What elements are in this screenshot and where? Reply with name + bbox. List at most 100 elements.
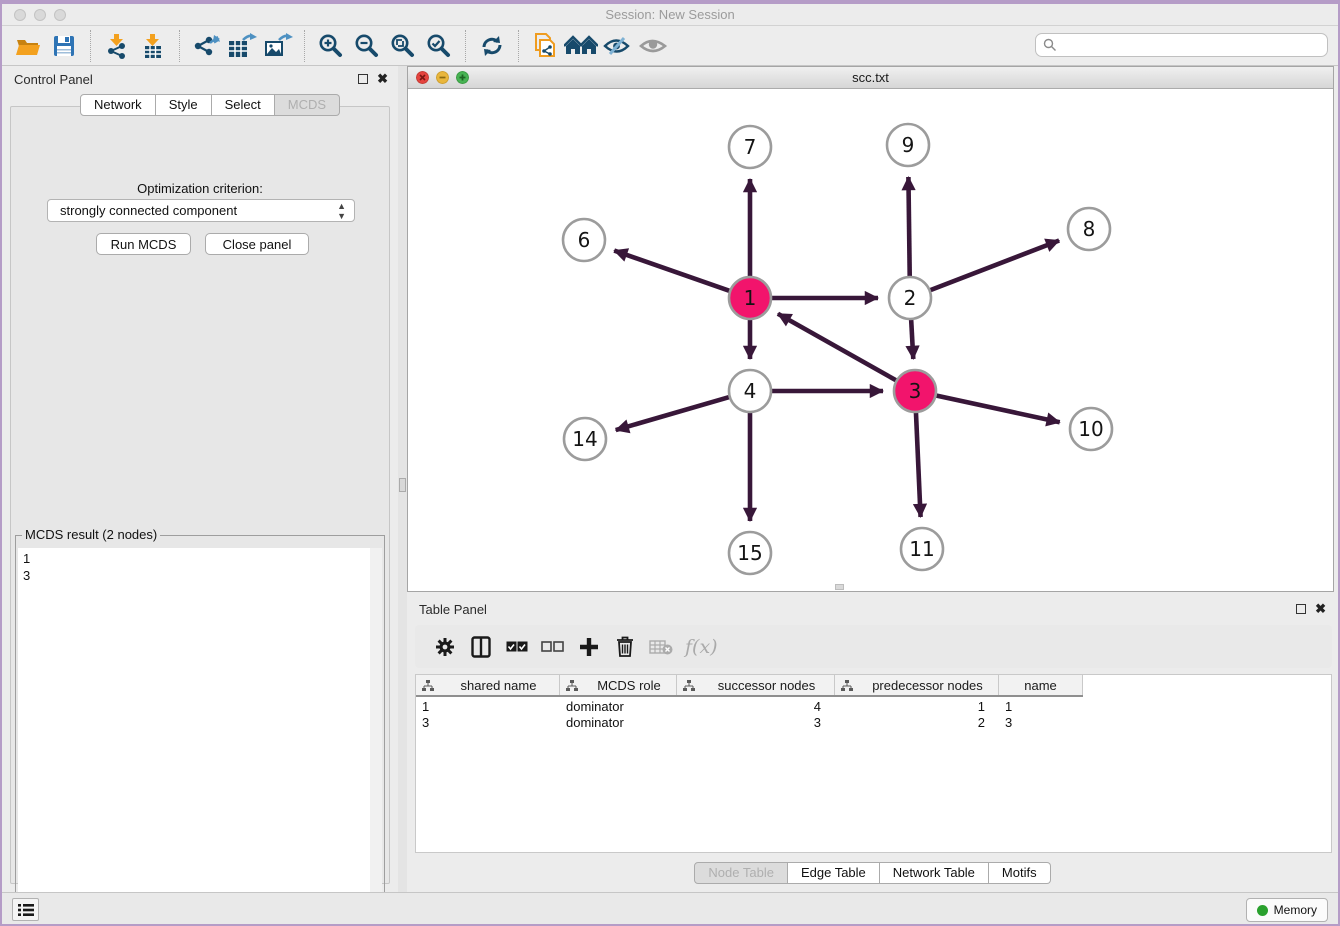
- toolbar-separator: [304, 30, 305, 62]
- delete-table-button[interactable]: [643, 630, 679, 664]
- unchecked-boxes-icon: [541, 641, 565, 653]
- tab-mcds[interactable]: MCDS: [275, 94, 340, 116]
- hierarchy-icon: [683, 680, 695, 691]
- import-table-icon: [140, 33, 166, 59]
- zoom-out-button[interactable]: [349, 29, 385, 63]
- table-tab-network-table[interactable]: Network Table: [880, 862, 989, 884]
- import-table-button[interactable]: [135, 29, 171, 63]
- graph-edge-2-3[interactable]: [911, 316, 913, 359]
- graph-node-15[interactable]: 15: [729, 532, 771, 574]
- app-window: Session: New Session: [2, 4, 1338, 924]
- mcds-result-text[interactable]: 1 3: [18, 548, 382, 916]
- graph-node-2[interactable]: 2: [889, 277, 931, 319]
- save-session-button[interactable]: [46, 29, 82, 63]
- scrollbar-track[interactable]: [370, 548, 382, 916]
- table-tab-motifs[interactable]: Motifs: [989, 862, 1051, 884]
- column-header-shared-name[interactable]: shared name: [416, 675, 560, 695]
- graph-edge-2-8[interactable]: [927, 241, 1059, 292]
- new-network-from-selection-button[interactable]: [527, 29, 563, 63]
- network-window-titlebar[interactable]: scc.txt: [408, 67, 1333, 89]
- import-network-button[interactable]: [99, 29, 135, 63]
- graph-node-7[interactable]: 7: [729, 126, 771, 168]
- export-table-button[interactable]: [224, 29, 260, 63]
- network-window-title: scc.txt: [408, 70, 1333, 85]
- divider-grip[interactable]: [399, 478, 406, 492]
- add-row-button[interactable]: [571, 630, 607, 664]
- graph-node-8[interactable]: 8: [1068, 208, 1110, 250]
- copy-network-icon: [532, 32, 558, 60]
- float-panel-icon[interactable]: [1296, 604, 1306, 614]
- criterion-dropdown[interactable]: strongly connected component ▲▼: [47, 199, 355, 222]
- search-field[interactable]: [1035, 33, 1328, 57]
- table-cell: dominator: [560, 715, 677, 731]
- scrollbar-thumb[interactable]: [835, 584, 844, 590]
- graph-node-11[interactable]: 11: [901, 528, 943, 570]
- open-file-button[interactable]: [10, 29, 46, 63]
- graph-node-4[interactable]: 4: [729, 370, 771, 412]
- graph-node-9[interactable]: 9: [887, 124, 929, 166]
- export-image-button[interactable]: [260, 29, 296, 63]
- tab-style[interactable]: Style: [156, 94, 212, 116]
- float-panel-icon[interactable]: [358, 74, 368, 84]
- open-folder-icon: [15, 34, 42, 58]
- panel-divider[interactable]: [398, 66, 407, 892]
- hierarchy-icon: [841, 680, 853, 691]
- table-tab-edge-table[interactable]: Edge Table: [788, 862, 880, 884]
- list-icon: [18, 903, 34, 917]
- table-header-row: shared nameMCDS rolesuccessor nodesprede…: [416, 675, 1083, 697]
- graph-edge-3-10[interactable]: [933, 395, 1060, 422]
- svg-text:1: 1: [744, 286, 757, 310]
- show-columns-button[interactable]: [463, 630, 499, 664]
- search-input[interactable]: [1062, 38, 1312, 52]
- close-panel-button[interactable]: Close panel: [205, 233, 309, 255]
- table-row[interactable]: 3dominator323: [416, 715, 1083, 731]
- export-image-icon: [263, 33, 293, 59]
- export-network-button[interactable]: [188, 29, 224, 63]
- table-tab-node-table[interactable]: Node Table: [694, 862, 788, 884]
- graph-edge-3-1[interactable]: [778, 314, 899, 382]
- zoom-in-button[interactable]: [313, 29, 349, 63]
- tab-select[interactable]: Select: [212, 94, 275, 116]
- tab-network[interactable]: Network: [80, 94, 156, 116]
- graph-edge-1-6[interactable]: [614, 251, 733, 293]
- network-window: scc.txt 7 9 6 8 1 2 4 3 14 10 15 11: [407, 66, 1334, 592]
- zoom-fit-button[interactable]: [385, 29, 421, 63]
- table-row[interactable]: 1dominator411: [416, 699, 1083, 715]
- run-mcds-button[interactable]: Run MCDS: [96, 233, 191, 255]
- graph-edge-4-14[interactable]: [616, 396, 733, 430]
- network-canvas[interactable]: 7 9 6 8 1 2 4 3 14 10 15 11: [408, 89, 1333, 591]
- memory-button[interactable]: Memory: [1246, 898, 1328, 922]
- column-header-predecessor-nodes[interactable]: predecessor nodes: [835, 675, 999, 695]
- function-builder-button[interactable]: f(x): [685, 636, 718, 658]
- apply-layout-button[interactable]: [474, 29, 510, 63]
- column-header-MCDS-role[interactable]: MCDS role: [560, 675, 677, 695]
- close-panel-icon[interactable]: ✖: [377, 71, 388, 87]
- task-history-button[interactable]: [12, 898, 39, 921]
- table-cell: 1: [416, 699, 560, 715]
- show-hide-panel-button[interactable]: [599, 29, 635, 63]
- deselect-all-button[interactable]: [535, 630, 571, 664]
- delete-row-button[interactable]: [607, 630, 643, 664]
- graph-node-3[interactable]: 3: [894, 370, 936, 412]
- preview-button[interactable]: [635, 29, 671, 63]
- chevron-up-down-icon: ▲▼: [337, 201, 346, 221]
- select-all-button[interactable]: [499, 630, 535, 664]
- svg-text:3: 3: [909, 379, 922, 403]
- search-icon: [1043, 38, 1057, 52]
- table-cell: 3: [999, 715, 1083, 731]
- table-settings-button[interactable]: [427, 630, 463, 664]
- graph-edge-3-11[interactable]: [916, 409, 921, 517]
- control-panel: Control Panel ✖ NetworkStyleSelectMCDS O…: [2, 66, 398, 892]
- graph-node-10[interactable]: 10: [1070, 408, 1112, 450]
- column-header-name[interactable]: name: [999, 675, 1083, 695]
- titlebar: Session: New Session: [2, 4, 1338, 26]
- graph-edge-2-9[interactable]: [908, 177, 909, 280]
- open-ndex-button[interactable]: [563, 29, 599, 63]
- graph-node-1[interactable]: 1: [729, 277, 771, 319]
- graph-node-14[interactable]: 14: [564, 418, 606, 460]
- status-bar: Memory: [2, 892, 1338, 924]
- close-panel-icon[interactable]: ✖: [1315, 601, 1326, 617]
- column-header-successor-nodes[interactable]: successor nodes: [677, 675, 835, 695]
- zoom-selected-button[interactable]: [421, 29, 457, 63]
- graph-node-6[interactable]: 6: [563, 219, 605, 261]
